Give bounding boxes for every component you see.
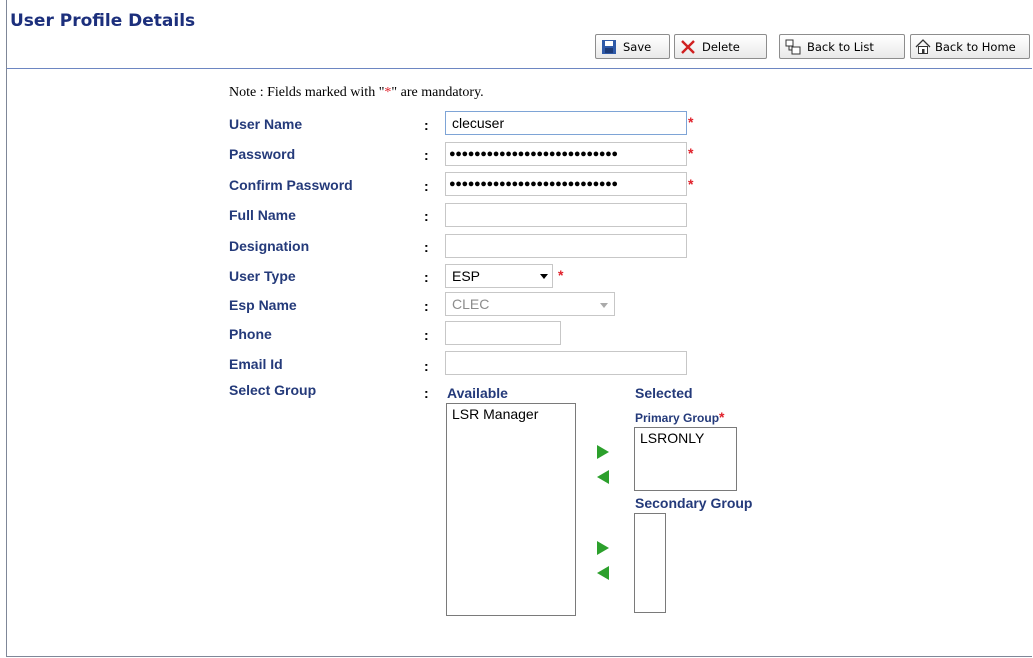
colon: :: [424, 117, 429, 133]
colon: :: [424, 239, 429, 255]
confirm-password-input[interactable]: ●●●●●●●●●●●●●●●●●●●●●●●●●●●: [445, 172, 687, 196]
confirm-password-label: Confirm Password: [229, 177, 353, 193]
selected-heading: Selected: [635, 385, 693, 401]
primary-group-label: Primary Group*: [635, 409, 725, 425]
list-item[interactable]: LSR Manager: [447, 404, 575, 424]
password-input[interactable]: ●●●●●●●●●●●●●●●●●●●●●●●●●●●: [445, 142, 687, 166]
esp-name-label: Esp Name: [229, 297, 297, 313]
full-name-label: Full Name: [229, 207, 296, 223]
secondary-group-list[interactable]: [634, 513, 666, 613]
email-id-label: Email Id: [229, 356, 283, 372]
phone-input[interactable]: [445, 321, 561, 345]
page-title: User Profile Details: [10, 11, 196, 31]
full-name-input[interactable]: [445, 203, 687, 227]
required-mark: *: [688, 145, 694, 161]
user-name-label: User Name: [229, 116, 303, 132]
close-icon: [680, 39, 696, 55]
secondary-group-label: Secondary Group: [635, 495, 753, 511]
move-left-icon[interactable]: [597, 566, 609, 580]
chevron-down-icon: [600, 303, 608, 308]
save-label: Save: [623, 39, 652, 54]
list-icon: [785, 39, 801, 55]
colon: :: [424, 327, 429, 343]
move-right-icon[interactable]: [597, 445, 609, 459]
primary-group-list[interactable]: LSRONLY: [634, 427, 737, 491]
required-mark: *: [719, 409, 725, 425]
back-to-home-button[interactable]: Back to Home: [910, 34, 1030, 59]
save-button[interactable]: Save: [595, 34, 670, 59]
colon: :: [424, 358, 429, 374]
colon: :: [424, 147, 429, 163]
user-type-value: ESP: [452, 268, 481, 284]
colon: :: [424, 178, 429, 194]
required-mark: *: [558, 267, 564, 283]
list-item[interactable]: LSRONLY: [635, 428, 736, 448]
back-to-home-label: Back to Home: [935, 39, 1016, 54]
user-name-input[interactable]: clecuser: [445, 111, 687, 135]
available-groups-list[interactable]: LSR Manager: [446, 403, 576, 616]
colon: :: [424, 298, 429, 314]
back-to-list-label: Back to List: [807, 39, 874, 54]
phone-label: Phone: [229, 326, 272, 342]
delete-button[interactable]: Delete: [674, 34, 767, 59]
home-icon: [915, 38, 931, 55]
designation-input[interactable]: [445, 234, 687, 258]
required-mark: *: [688, 114, 694, 130]
password-label: Password: [229, 146, 296, 162]
toolbar-divider: [7, 68, 1032, 69]
available-heading: Available: [447, 385, 508, 401]
chevron-down-icon: [540, 274, 548, 279]
user-type-select[interactable]: ESP: [445, 264, 553, 288]
esp-name-select[interactable]: CLEC: [445, 292, 615, 316]
move-left-icon[interactable]: [597, 470, 609, 484]
delete-label: Delete: [702, 39, 740, 54]
save-icon: [601, 39, 617, 55]
required-mark: *: [688, 176, 694, 192]
email-id-input[interactable]: [445, 351, 687, 375]
colon: :: [424, 269, 429, 285]
move-right-icon[interactable]: [597, 541, 609, 555]
colon: :: [424, 208, 429, 224]
esp-name-value: CLEC: [452, 296, 490, 312]
designation-label: Designation: [229, 238, 310, 254]
mandatory-note: Note : Fields marked with "*" are mandat…: [229, 85, 484, 100]
select-group-label: Select Group: [229, 382, 317, 398]
colon: :: [424, 385, 429, 401]
user-type-label: User Type: [229, 268, 296, 284]
back-to-list-button[interactable]: Back to List: [779, 34, 905, 59]
